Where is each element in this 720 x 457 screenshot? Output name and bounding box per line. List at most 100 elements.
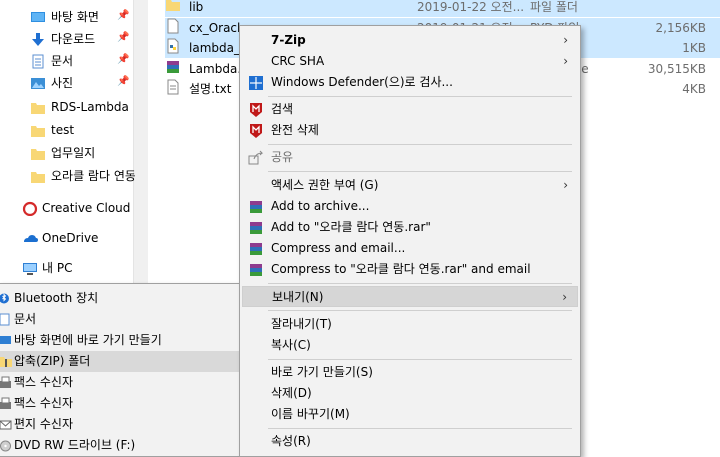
folder-icon [31, 149, 45, 160]
menu-rename[interactable]: 이름 바꾸기(M) [242, 404, 578, 425]
menu-item-label: 완전 삭제 [271, 123, 319, 137]
file-date: 2019-01-22 오전... [417, 0, 525, 14]
nav-item-label: 문서 [51, 54, 74, 68]
menu-properties[interactable]: 속성(R) [242, 431, 578, 452]
fax-icon [0, 376, 11, 388]
nav-item-label: 오라클 람다 연동 [51, 169, 135, 183]
menu-separator [268, 310, 572, 311]
nav-item-this-pc[interactable]: 내 PC [0, 258, 135, 279]
sendto-submenu: Bluetooth 장치 문서 바탕 화면에 바로 가기 만들기 압축(ZIP)… [0, 283, 241, 457]
sendto-item-label: 팩스 수신자 [14, 375, 74, 389]
menu-send-to[interactable]: 보내기(N) › [242, 286, 578, 307]
fax-icon [0, 397, 11, 409]
context-menu: 7-Zip › CRC SHA › Windows Defender(으)로 검… [239, 25, 581, 457]
menu-share[interactable]: 공유 [242, 147, 578, 168]
nav-item-onedrive[interactable]: OneDrive [0, 228, 135, 249]
menu-separator [268, 428, 572, 429]
share-icon [248, 150, 264, 165]
nav-scrollbar[interactable] [133, 0, 148, 290]
nav-item-downloads[interactable]: 다운로드 📌 [0, 29, 135, 50]
menu-copy[interactable]: 복사(C) [242, 335, 578, 356]
file-name: 설명.txt [189, 82, 232, 96]
menu-create-shortcut[interactable]: 바로 가기 만들기(S) [242, 362, 578, 383]
file-type: 파일 폴더 [530, 0, 578, 14]
menu-item-label: CRC SHA [271, 54, 325, 68]
submenu-arrow-icon: › [563, 54, 568, 68]
sendto-mail-recipient[interactable]: 편지 수신자 [0, 414, 240, 435]
nav-item-oracle-lambda[interactable]: 오라클 람다 연동 [0, 166, 135, 187]
nav-item-label: Creative Cloud Fil [42, 201, 135, 215]
mail-icon [0, 420, 12, 430]
sendto-dvd-drive[interactable]: DVD RW 드라이브 (F:) [0, 435, 240, 456]
menu-item-label: 바로 가기 만들기(S) [271, 365, 373, 379]
nav-item-work-log[interactable]: 업무일지 [0, 143, 135, 164]
menu-separator [268, 359, 572, 360]
menu-7zip[interactable]: 7-Zip › [242, 30, 578, 51]
menu-item-label: 삭제(D) [271, 386, 312, 400]
pin-icon: 📌 [117, 54, 130, 65]
menu-item-label: Compress and email... [271, 241, 406, 255]
nav-item-documents[interactable]: 문서 📌 [0, 51, 135, 72]
winrar-archive-icon [167, 61, 179, 73]
sendto-item-label: 바탕 화면에 바로 가기 만들기 [14, 333, 162, 347]
documents-folder-icon [32, 54, 44, 69]
menu-delete[interactable]: 삭제(D) [242, 383, 578, 404]
nav-item-rds-lambda[interactable]: RDS-Lambda [0, 97, 135, 118]
nav-item-test[interactable]: test [0, 120, 135, 141]
sendto-item-label: DVD RW 드라이브 (F:) [14, 438, 136, 452]
mcafee-icon [250, 103, 262, 117]
pin-icon: 📌 [117, 10, 130, 21]
menu-item-label: Compress to "오라클 람다 연동.rar" and email [271, 262, 531, 276]
folder-icon [31, 126, 45, 137]
winrar-icon [250, 201, 262, 213]
menu-mcafee-scan[interactable]: 검색 [242, 99, 578, 120]
windows-defender-icon [249, 76, 263, 90]
nav-item-pictures[interactable]: 사진 📌 [0, 73, 135, 94]
sendto-zip-folder[interactable]: 압축(ZIP) 폴더 [0, 351, 240, 372]
nav-item-desktop[interactable]: 바탕 화면 📌 [0, 7, 135, 28]
sendto-item-label: 편지 수신자 [14, 417, 74, 431]
menu-compress-email[interactable]: Compress and email... [242, 238, 578, 259]
menu-item-label: 복사(C) [271, 338, 311, 352]
documents-icon [0, 313, 10, 326]
menu-compress-rar-email[interactable]: Compress to "오라클 람다 연동.rar" and email [242, 259, 578, 280]
menu-cut[interactable]: 잘라내기(T) [242, 314, 578, 335]
menu-add-to-rar[interactable]: Add to "오라클 람다 연동.rar" [242, 217, 578, 238]
sendto-fax-recipient-2[interactable]: 팩스 수신자 [0, 393, 240, 414]
menu-separator [268, 283, 572, 284]
menu-separator [268, 96, 572, 97]
download-folder-icon [32, 33, 44, 46]
file-name: lib [189, 0, 204, 14]
menu-item-label: 7-Zip [271, 33, 306, 47]
file-row-lib[interactable]: lib 2019-01-22 오전... 파일 폴더 [165, 0, 720, 17]
creative-cloud-icon [22, 201, 38, 216]
sendto-documents[interactable]: 문서 [0, 309, 240, 330]
winrar-icon [250, 243, 262, 255]
menu-mcafee-shred[interactable]: 완전 삭제 [242, 120, 578, 141]
pictures-folder-icon [31, 78, 45, 89]
mcafee-icon [250, 124, 262, 138]
pin-icon: 📌 [117, 76, 130, 87]
folder-icon [31, 103, 45, 114]
sendto-bluetooth[interactable]: Bluetooth 장치 [0, 288, 240, 309]
bluetooth-icon [0, 293, 9, 304]
sendto-item-label: Bluetooth 장치 [14, 291, 99, 305]
nav-item-label: OneDrive [42, 231, 99, 245]
menu-item-label: 잘라내기(T) [271, 317, 332, 331]
sendto-fax-recipient[interactable]: 팩스 수신자 [0, 372, 240, 393]
menu-grant-access[interactable]: 액세스 권한 부여 (G) › [242, 175, 578, 196]
menu-windows-defender[interactable]: Windows Defender(으)로 검사... [242, 72, 578, 93]
menu-crc-sha[interactable]: CRC SHA › [242, 51, 578, 72]
file-icon [167, 18, 179, 34]
winrar-icon [250, 264, 262, 276]
nav-item-label: RDS-Lambda [51, 100, 129, 114]
sendto-desktop-shortcut[interactable]: 바탕 화면에 바로 가기 만들기 [0, 330, 240, 351]
sendto-item-label: 압축(ZIP) 폴더 [14, 354, 91, 368]
onedrive-icon [24, 235, 38, 242]
pc-icon [23, 263, 37, 275]
menu-add-to-archive[interactable]: Add to archive... [242, 196, 578, 217]
nav-item-label: 내 PC [42, 261, 73, 275]
pin-icon: 📌 [117, 32, 130, 43]
text-file-icon [167, 79, 179, 95]
nav-item-creative-cloud[interactable]: Creative Cloud Fil [0, 198, 135, 219]
